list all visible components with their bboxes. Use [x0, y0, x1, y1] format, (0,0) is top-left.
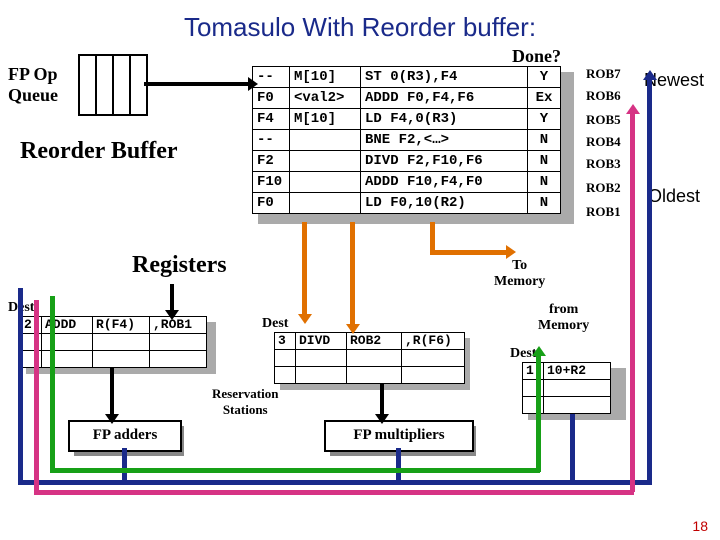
from-memory-label: from Memory [538, 302, 589, 334]
rob-tag: ROB5 [586, 112, 621, 128]
rob-tag: ROB1 [586, 204, 621, 220]
rob-tag: ROB4 [586, 134, 621, 150]
arrow-right-icon [248, 77, 258, 91]
table-row: F2DIVD F2,F10,F6N [253, 151, 561, 172]
dest-label-mid: Dest [262, 316, 288, 332]
table-row: F4M[10]LD F4,0(R3)Y [253, 109, 561, 130]
table-row [275, 350, 465, 367]
table-row: --BNE F2,<…>N [253, 130, 561, 151]
reorder-buffer-label: Reorder Buffer [20, 138, 178, 165]
rob-tag: ROB3 [586, 156, 621, 172]
table-row: F0<val2>ADDD F0,F4,F6Ex [253, 88, 561, 109]
arrow-up-icon [643, 70, 657, 80]
arrow-down-icon [298, 314, 312, 324]
page-title: Tomasulo With Reorder buffer: [8, 12, 712, 43]
rob-tag: ROB7 [586, 66, 621, 82]
rs-adders-table: 2ADDDR(F4),ROB1 [20, 316, 207, 368]
rob-table: --M[10]ST 0(R3),F4Y F0<val2>ADDD F0,F4,F… [252, 66, 561, 214]
to-memory-label: To Memory [494, 258, 545, 290]
table-row: F0LD F0,10(R2)N [253, 193, 561, 214]
page-number: 18 [692, 518, 708, 534]
table-row [21, 351, 207, 368]
fp-op-queue-box [78, 54, 148, 116]
oldest-label: Oldest [648, 186, 700, 207]
green-bus [50, 468, 540, 473]
reservation-stations-label: Reservation Stations [212, 386, 278, 418]
fp-op-queue-label: FP Op Queue [8, 64, 58, 106]
from-memory-wire [630, 112, 635, 492]
arrow-right-icon [506, 245, 516, 259]
arrow-down-icon [105, 414, 119, 424]
arrow-up-icon [626, 104, 640, 114]
rob-tag: ROB6 [586, 88, 621, 104]
arrow-down-icon [346, 324, 360, 334]
rs-mult-table: 3DIVDROB2,R(F6) [274, 332, 465, 384]
table-row: --M[10]ST 0(R3),F4Y [253, 67, 561, 88]
cdb-bus [18, 480, 652, 485]
table-row [21, 334, 207, 351]
table-row: 3DIVDROB2,R(F6) [275, 333, 465, 350]
table-row: F10ADDD F10,F4,F0N [253, 172, 561, 193]
table-row [275, 367, 465, 384]
arrow-down-icon [165, 310, 179, 320]
arrow-up-icon [532, 346, 546, 356]
registers-label: Registers [132, 252, 227, 279]
arrow-down-icon [375, 414, 389, 424]
rob-tag: ROB2 [586, 180, 621, 196]
done-header: Done? [512, 46, 561, 67]
